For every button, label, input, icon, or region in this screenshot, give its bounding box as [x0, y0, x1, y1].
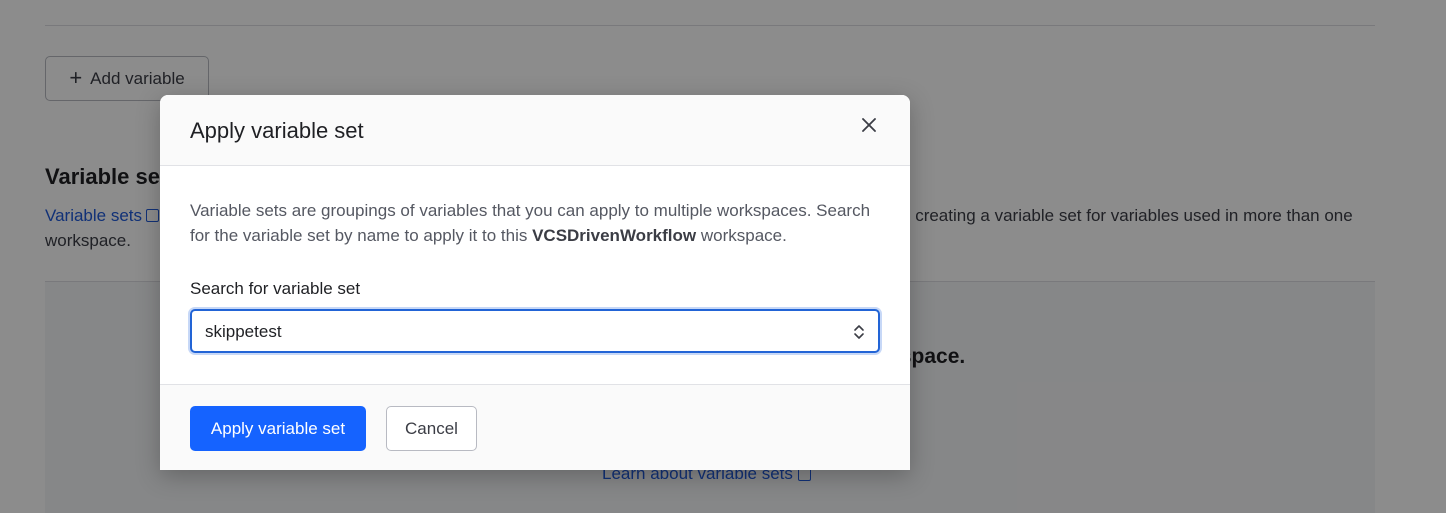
variable-set-search-select[interactable]: skippetest — [190, 309, 880, 353]
workspace-name: VCSDrivenWorkflow — [532, 226, 697, 245]
dialog-description: Variable sets are groupings of variables… — [190, 201, 871, 245]
cancel-button[interactable]: Cancel — [386, 406, 477, 451]
dialog-footer: Apply variable set Cancel — [160, 384, 910, 470]
apply-variable-set-button[interactable]: Apply variable set — [190, 406, 366, 451]
dialog-header: Apply variable set — [160, 95, 910, 166]
close-button[interactable] — [857, 113, 881, 137]
apply-variable-set-dialog: Apply variable set Variable sets are gro… — [160, 95, 910, 470]
search-field-label: Search for variable set — [190, 279, 361, 298]
close-icon — [862, 118, 876, 132]
dialog-title: Apply variable set — [190, 118, 364, 143]
chevron-updown-icon — [854, 325, 864, 339]
search-value: skippetest — [205, 322, 282, 341]
dialog-body: Variable sets are groupings of variables… — [160, 166, 910, 384]
